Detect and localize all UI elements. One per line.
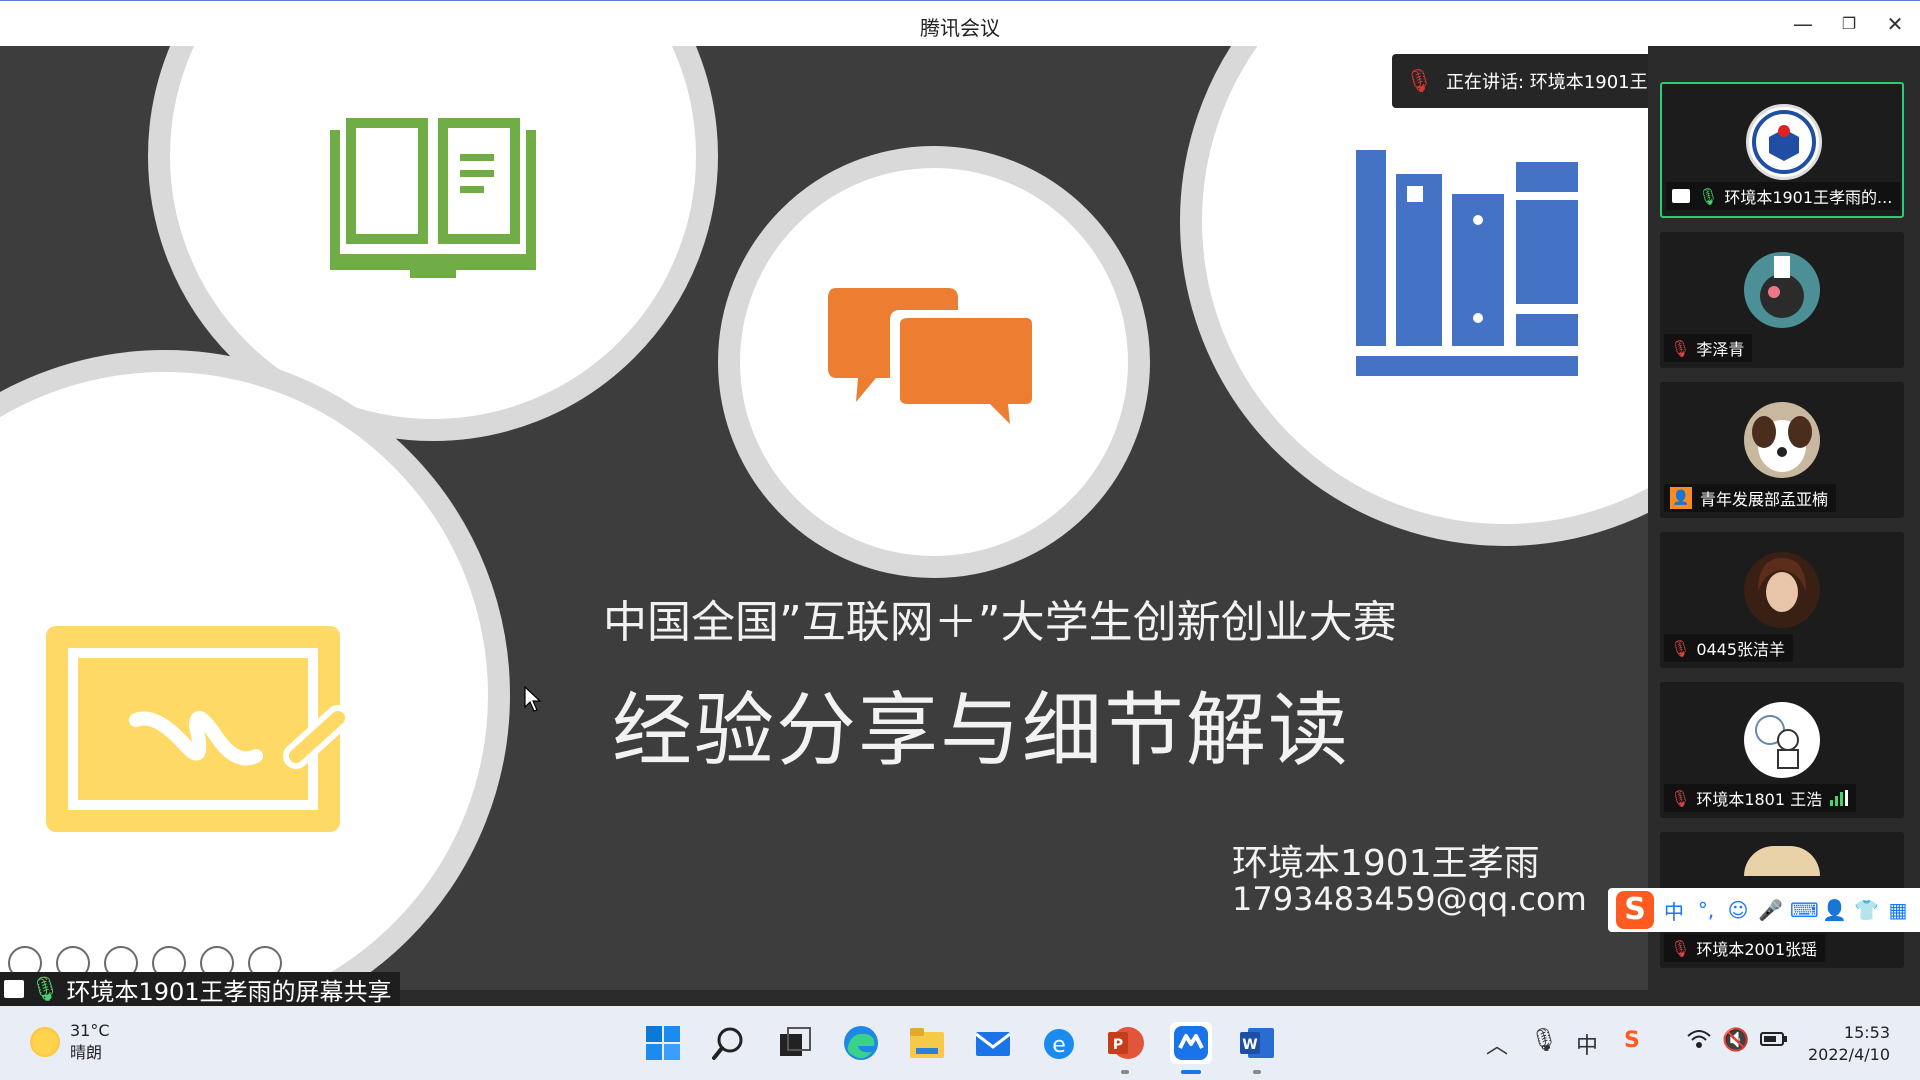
participant-name: 环境本2001张瑶 — [1696, 940, 1818, 959]
task-view-icon[interactable] — [774, 1022, 816, 1064]
minimize-icon[interactable]: — — [1788, 9, 1818, 39]
mic-muted-icon: 🎙 — [1670, 338, 1691, 358]
mic-on-icon: 🎙 — [1698, 186, 1719, 206]
slide-email: 1793483459@qq.com — [1232, 880, 1587, 918]
search-icon[interactable] — [708, 1022, 750, 1064]
screen-share-icon — [4, 980, 24, 998]
weather-description: 晴朗 — [70, 1043, 103, 1062]
ime-skin-icon[interactable]: 👕 — [1854, 898, 1879, 922]
microphone-icon[interactable]: 🎙 — [1530, 1028, 1558, 1053]
participant-tile[interactable]: 🎙 0445张洁羊 — [1660, 532, 1904, 668]
chevron-up-icon[interactable]: ︿ — [1486, 1028, 1508, 1060]
mic-muted-icon: 🎙 — [1670, 938, 1691, 958]
mail-icon[interactable] — [972, 1022, 1014, 1064]
restore-icon[interactable]: ❐ — [1834, 9, 1864, 39]
screen-share-icon — [1672, 189, 1690, 203]
participant-panel: 🎙 环境本1901王孝雨的... 🎙 李泽青 👤 青年发展部孟亚楠 🎙 0445… — [1648, 46, 1920, 1006]
participant-name: 环境本1901王孝雨的... — [1724, 188, 1893, 207]
ime-toolbox-icon[interactable]: ▦ — [1886, 898, 1910, 922]
chat-bubbles-icon — [828, 288, 1038, 436]
avatar — [1744, 252, 1820, 328]
sun-icon — [30, 1027, 60, 1057]
participant-name: 0445张洁羊 — [1696, 640, 1786, 659]
ime-indicator[interactable]: 中 — [1576, 1028, 1598, 1060]
participant-name: 环境本1801 王浩 — [1696, 790, 1823, 809]
svg-text:P: P — [1113, 1037, 1123, 1053]
mic-muted-icon: 🎙 — [1670, 638, 1691, 658]
weather-widget[interactable]: 31°C 晴朗 — [30, 1020, 110, 1064]
ime-toolbar: S 中 °, ☺ 🎤 ⌨ 👤 👕 ▦ — [1608, 888, 1920, 932]
mouse-cursor-icon — [524, 686, 542, 712]
powerpoint-icon[interactable]: P — [1104, 1022, 1146, 1074]
wifi-icon[interactable] — [1686, 1028, 1712, 1056]
signal-strength-icon — [1830, 790, 1849, 806]
ime-punctuation-icon[interactable]: °, — [1694, 898, 1718, 922]
ime-keyboard-icon[interactable]: ⌨ — [1790, 898, 1819, 922]
clock-time: 15:53 — [1843, 1023, 1890, 1042]
word-icon[interactable]: W — [1236, 1022, 1278, 1074]
avatar — [1746, 104, 1822, 180]
avatar — [1744, 402, 1820, 478]
screen-share-label: 🎙 环境本1901王孝雨的屏幕共享 — [0, 972, 400, 1006]
avatar — [1744, 702, 1820, 778]
mic-muted-icon: 🎙 — [1670, 788, 1691, 808]
volume-muted-icon[interactable]: 🔇 — [1722, 1028, 1749, 1053]
mic-muted-icon: 🎙 — [1405, 68, 1433, 94]
participant-name-bar: 🎙 李泽青 — [1664, 334, 1753, 362]
avatar — [1744, 846, 1820, 876]
participant-name: 青年发展部孟亚楠 — [1700, 490, 1829, 509]
participant-tile[interactable]: 🎙 李泽青 — [1660, 232, 1904, 368]
participant-name-bar: 🎙 环境本1901王孝雨的... — [1666, 182, 1901, 210]
svg-text:e: e — [1052, 1033, 1066, 1058]
svg-text:W: W — [1242, 1037, 1257, 1053]
slide-title: 经验分享与细节解读 — [612, 684, 1350, 777]
library-books-icon — [1356, 150, 1578, 376]
weather-temperature: 31°C — [70, 1021, 110, 1040]
ime-user-icon[interactable]: 👤 — [1822, 898, 1847, 922]
sogou-tray-icon[interactable]: S — [1624, 1028, 1640, 1053]
battery-icon[interactable] — [1760, 1028, 1788, 1056]
avatar — [1744, 552, 1820, 628]
taskbar: 31°C 晴朗 e P W ︿ 🎙 中 S 🔇 15:53 2022/4/10 — [0, 1006, 1920, 1080]
clock-date: 2022/4/10 — [1807, 1045, 1890, 1064]
participant-tile[interactable]: 🎙 环境本1801 王浩 — [1660, 682, 1904, 818]
ime-voice-icon[interactable]: 🎤 — [1758, 898, 1783, 922]
file-explorer-icon[interactable] — [906, 1022, 948, 1064]
window-title: 腾讯会议 — [920, 16, 1000, 40]
mic-on-icon: 🎙 — [30, 975, 61, 1003]
participant-name-bar: 🎙 环境本1801 王浩 — [1664, 784, 1857, 812]
edge-browser-icon[interactable] — [840, 1022, 882, 1064]
close-icon[interactable]: ✕ — [1880, 9, 1910, 39]
slide-author: 环境本1901王孝雨 — [1232, 843, 1540, 884]
start-menu-icon[interactable] — [642, 1022, 684, 1064]
screen-share-text: 环境本1901王孝雨的屏幕共享 — [66, 977, 392, 1006]
user-icon: 👤 — [1670, 487, 1692, 509]
ie-browser-icon[interactable]: e — [1038, 1022, 1080, 1064]
ime-emoji-icon[interactable]: ☺ — [1726, 898, 1750, 922]
sign-board-icon — [46, 626, 351, 832]
title-bar: 腾讯会议 — ❐ ✕ — [0, 0, 1920, 46]
participant-name-bar: 🎙 环境本2001张瑶 — [1664, 934, 1826, 962]
participant-tile[interactable]: 👤 青年发展部孟亚楠 — [1660, 382, 1904, 518]
participant-tile[interactable]: 🎙 环境本1901王孝雨的... — [1660, 82, 1904, 218]
slide-subtitle: 中国全国”互联网＋”大学生创新创业大赛 — [603, 597, 1397, 648]
participant-name: 李泽青 — [1696, 340, 1745, 359]
system-clock[interactable]: 15:53 2022/4/10 — [1808, 1022, 1890, 1066]
tencent-meeting-icon[interactable] — [1170, 1022, 1212, 1074]
ime-chinese-mode[interactable]: 中 — [1662, 896, 1686, 925]
book-icon — [330, 118, 536, 278]
shared-screen: 中国全国”互联网＋”大学生创新创业大赛 经验分享与细节解读 环境本1901王孝雨… — [0, 46, 1648, 990]
participant-name-bar: 🎙 0445张洁羊 — [1664, 634, 1794, 662]
participant-name-bar: 👤 青年发展部孟亚楠 — [1664, 484, 1837, 512]
sogou-logo-icon[interactable]: S — [1616, 891, 1654, 929]
